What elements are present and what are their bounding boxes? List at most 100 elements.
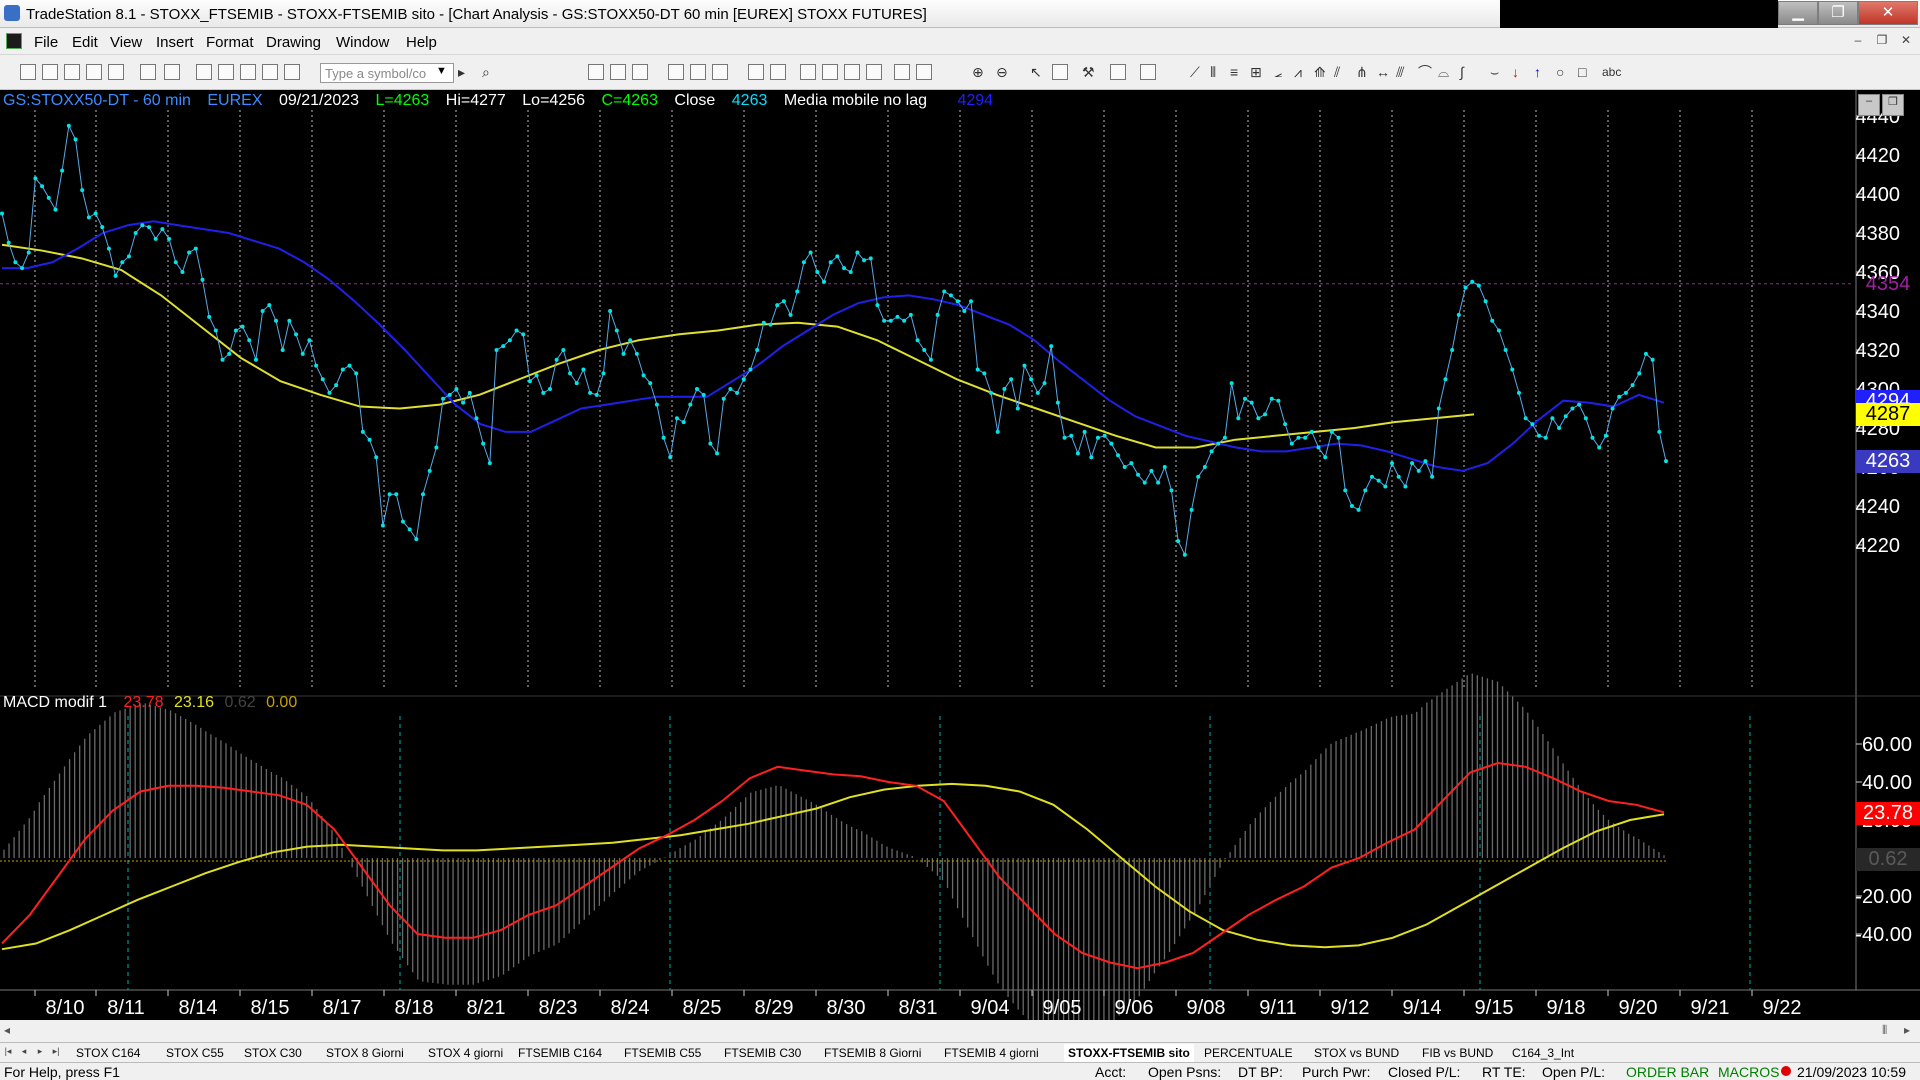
tab-last-icon[interactable]: ▸| bbox=[50, 1046, 62, 1060]
data-window-icon[interactable] bbox=[632, 64, 648, 80]
menu-insert[interactable]: Insert bbox=[156, 34, 194, 51]
symbol-search-icon[interactable]: ⌕ bbox=[482, 64, 490, 80]
scroll-thumb-icon[interactable]: ⦀ bbox=[1882, 1023, 1887, 1038]
symbol-dropdown-icon[interactable]: ▼ bbox=[436, 65, 447, 77]
menu-view[interactable]: View bbox=[110, 34, 142, 51]
strategy-icon[interactable] bbox=[690, 64, 706, 80]
menu-edit[interactable]: Edit bbox=[72, 34, 98, 51]
sheet-tab[interactable]: C164_3_Int bbox=[1508, 1044, 1578, 1062]
chart-window-icon[interactable] bbox=[6, 33, 22, 49]
mdi-restore-button[interactable]: ❐ bbox=[1872, 33, 1892, 51]
sheet-tab[interactable]: STOX 8 Giorni bbox=[322, 1044, 408, 1062]
text-icon[interactable]: abc bbox=[1602, 64, 1621, 80]
minimize-button[interactable]: ▁ bbox=[1778, 1, 1818, 25]
close-button[interactable]: ✕ bbox=[1858, 1, 1918, 25]
ellipse-arc-icon[interactable]: ⌓ bbox=[1438, 64, 1449, 80]
trendline-icon[interactable]: ⟋ bbox=[1190, 64, 1200, 80]
menu-drawing[interactable]: Drawing bbox=[266, 34, 321, 51]
matrix-icon[interactable] bbox=[262, 64, 278, 80]
format-icon[interactable] bbox=[712, 64, 728, 80]
arrow-up-icon[interactable]: ↑ bbox=[1534, 64, 1541, 80]
print-preview-icon[interactable] bbox=[164, 64, 180, 80]
sheet-tab[interactable]: STOX C30 bbox=[240, 1044, 306, 1062]
sheet-tab[interactable]: STOX 4 giorni bbox=[424, 1044, 507, 1062]
fib-icon[interactable]: ⊞ bbox=[1250, 64, 1262, 80]
indicator-icon[interactable] bbox=[668, 64, 684, 80]
freehand-icon[interactable]: ∫ bbox=[1460, 64, 1464, 80]
bar-chart-icon[interactable] bbox=[588, 64, 604, 80]
sheet-tab[interactable]: FTSEMIB 8 Giorni bbox=[820, 1044, 925, 1062]
screen-icon[interactable] bbox=[770, 64, 786, 80]
matrix-bars-icon[interactable] bbox=[822, 64, 838, 80]
lock-icon[interactable] bbox=[240, 64, 256, 80]
sheet-tab[interactable]: STOX vs BUND bbox=[1310, 1044, 1403, 1062]
curve-icon[interactable]: ⌣ bbox=[1490, 64, 1499, 80]
pointer-icon[interactable]: ↖ bbox=[1030, 64, 1042, 80]
arc-icon[interactable]: ⌒ bbox=[1418, 64, 1432, 80]
scroll-right-icon[interactable]: ▸ bbox=[1904, 1023, 1910, 1037]
tab-first-icon[interactable]: |◂ bbox=[2, 1046, 14, 1060]
order-icon[interactable] bbox=[1110, 64, 1126, 80]
scanner-icon[interactable] bbox=[800, 64, 816, 80]
chart-canvas[interactable]: 4440442044004380436043404320430042804260… bbox=[0, 90, 1920, 1020]
arrow-lr-icon[interactable]: ↔ bbox=[1376, 64, 1390, 80]
gann-fan-icon[interactable]: ⩘ bbox=[1294, 64, 1302, 80]
mdi-minimize-button[interactable]: – bbox=[1848, 33, 1868, 51]
save-icon[interactable] bbox=[64, 64, 80, 80]
status-order-bar[interactable]: ORDER BAR bbox=[1626, 1064, 1709, 1080]
symbol-input[interactable]: Type a symbol/co bbox=[320, 63, 454, 83]
open-icon[interactable] bbox=[42, 64, 58, 80]
menu-window[interactable]: Window bbox=[336, 34, 389, 51]
new-chart-icon[interactable] bbox=[108, 64, 124, 80]
tab-prev-icon[interactable]: ◂ bbox=[18, 1046, 30, 1060]
scroll-left-icon[interactable]: ◂ bbox=[4, 1023, 10, 1037]
new-window-icon[interactable] bbox=[86, 64, 102, 80]
tools-icon[interactable]: ⚒ bbox=[1082, 64, 1095, 80]
menu-file[interactable]: File bbox=[34, 34, 58, 51]
sheet-tab[interactable]: FTSEMIB C55 bbox=[620, 1044, 705, 1062]
tab-next-icon[interactable]: ▸ bbox=[34, 1046, 46, 1060]
regression-icon[interactable]: ⟰ bbox=[1314, 64, 1326, 80]
sheet-tab[interactable]: FTSEMIB C164 bbox=[514, 1044, 606, 1062]
tick-icon[interactable] bbox=[866, 64, 882, 80]
cursor-icon[interactable] bbox=[1052, 64, 1068, 80]
radar-icon[interactable] bbox=[218, 64, 234, 80]
chart-icon[interactable] bbox=[196, 64, 212, 80]
chart-scrollbar[interactable]: ◂ ⦀ ▸ bbox=[0, 1020, 1920, 1042]
sheet-tab[interactable]: FTSEMIB C30 bbox=[720, 1044, 805, 1062]
andrews-icon[interactable]: ⋔ bbox=[1356, 64, 1368, 80]
mdi-close-button[interactable]: ✕ bbox=[1896, 33, 1916, 51]
axis-minimize-button[interactable]: – bbox=[1858, 94, 1880, 116]
sheet-tab[interactable]: STOXX-FTSEMIB sito bbox=[1064, 1044, 1194, 1062]
horizontal-lines-icon[interactable]: ≡ bbox=[1230, 64, 1238, 80]
sheet-tab[interactable]: STOX C55 bbox=[162, 1044, 228, 1062]
parallel-icon[interactable]: ⫻ bbox=[1396, 64, 1404, 80]
sheet-tab[interactable]: STOX C164 bbox=[72, 1044, 144, 1062]
speed-line-icon[interactable]: ⦟ bbox=[1274, 64, 1282, 80]
rectangle-icon[interactable]: □ bbox=[1578, 64, 1586, 80]
sheet-tab[interactable]: FTSEMIB 4 giorni bbox=[940, 1044, 1043, 1062]
chart-analysis-window[interactable]: 4440442044004380436043404320430042804260… bbox=[0, 90, 1920, 1020]
candle-chart-icon[interactable] bbox=[610, 64, 626, 80]
maximize-button[interactable]: ❐ bbox=[1818, 1, 1858, 25]
trade-icon[interactable] bbox=[1140, 64, 1156, 80]
volume-icon[interactable] bbox=[844, 64, 860, 80]
link-icon[interactable] bbox=[284, 64, 300, 80]
axis-restore-button[interactable]: ❐ bbox=[1882, 94, 1904, 116]
go-arrow-icon[interactable]: ▸ bbox=[458, 64, 465, 80]
new-icon[interactable] bbox=[20, 64, 36, 80]
channel-icon[interactable]: ⫽ bbox=[1334, 64, 1340, 80]
bar-spacing-icon[interactable] bbox=[894, 64, 910, 80]
status-macros[interactable]: MACROS bbox=[1718, 1064, 1779, 1080]
menu-format[interactable]: Format bbox=[206, 34, 254, 51]
menu-help[interactable]: Help bbox=[406, 34, 437, 51]
scale-icon[interactable] bbox=[916, 64, 932, 80]
arrow-down-icon[interactable]: ↓ bbox=[1512, 64, 1519, 80]
analysis-icon[interactable] bbox=[748, 64, 764, 80]
vertical-lines-icon[interactable]: ⦀ bbox=[1210, 64, 1216, 80]
zoom-in-icon[interactable]: ⊕ bbox=[972, 64, 984, 80]
sheet-tab[interactable]: PERCENTUALE bbox=[1200, 1044, 1297, 1062]
sheet-tab[interactable]: FIB vs BUND bbox=[1418, 1044, 1497, 1062]
zoom-out-icon[interactable]: ⊖ bbox=[996, 64, 1008, 80]
print-icon[interactable] bbox=[140, 64, 156, 80]
